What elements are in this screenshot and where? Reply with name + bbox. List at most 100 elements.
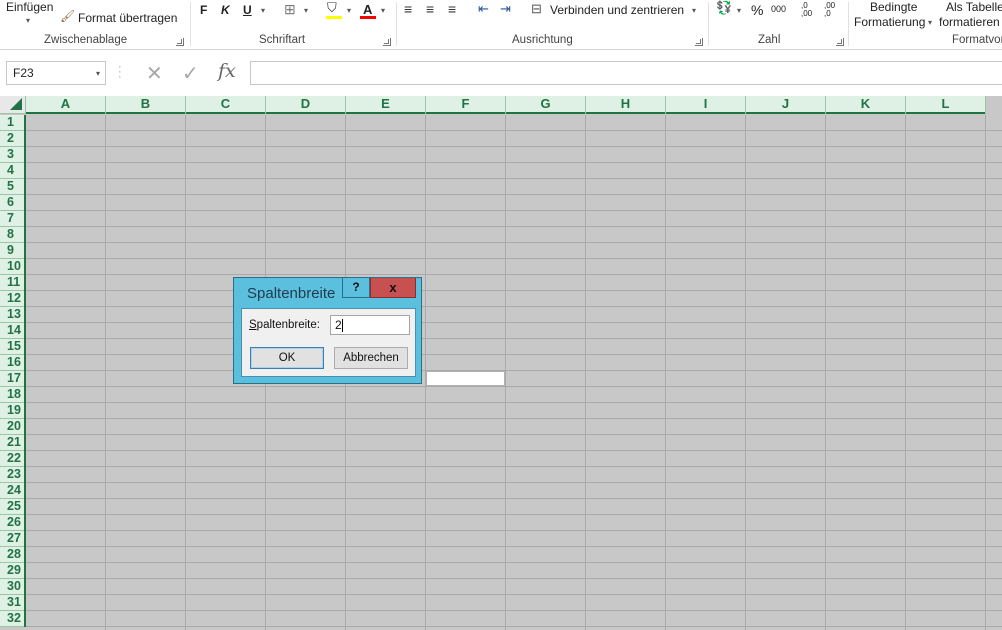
row-header-22[interactable]: 22 — [0, 451, 24, 467]
row-header-8[interactable]: 8 — [0, 227, 24, 243]
select-all-button[interactable] — [0, 96, 26, 114]
column-header-k[interactable]: K — [826, 96, 906, 114]
row-header-11[interactable]: 11 — [0, 275, 24, 291]
help-button[interactable]: ? — [342, 278, 370, 298]
underline-caret-icon[interactable]: ▾ — [261, 6, 265, 15]
conditional-format-caret-icon[interactable]: ▾ — [928, 18, 932, 27]
active-cell[interactable] — [426, 371, 505, 386]
row-header-10[interactable]: 10 — [0, 259, 24, 275]
row-header-15[interactable]: 15 — [0, 339, 24, 355]
increase-decimal-button[interactable]: ,0 ,00 — [801, 2, 819, 18]
currency-caret-icon[interactable]: ▾ — [737, 6, 741, 15]
column-header-e[interactable]: E — [346, 96, 426, 114]
percent-button[interactable]: % — [751, 2, 763, 18]
currency-format-icon[interactable]: 💱 — [716, 0, 732, 16]
paste-button[interactable]: Einfügen — [6, 0, 53, 14]
row-header-23[interactable]: 23 — [0, 467, 24, 483]
column-header-j[interactable]: J — [746, 96, 826, 114]
row-header-9[interactable]: 9 — [0, 243, 24, 259]
row-header-4[interactable]: 4 — [0, 163, 24, 179]
row-header-25[interactable]: 25 — [0, 499, 24, 515]
row-header-21[interactable]: 21 — [0, 435, 24, 451]
bold-button[interactable]: F — [200, 3, 207, 17]
row-header-17[interactable]: 17 — [0, 371, 24, 387]
row-header-5[interactable]: 5 — [0, 179, 24, 195]
decrease-indent-icon[interactable]: ⇤ — [478, 1, 489, 17]
decrease-decimal-button[interactable]: ,00 ,0 — [824, 2, 842, 18]
border-caret-icon[interactable]: ▾ — [304, 6, 308, 15]
group-divider — [396, 2, 397, 46]
column-header-l[interactable]: L — [906, 96, 986, 114]
row-header-6[interactable]: 6 — [0, 195, 24, 211]
border-icon[interactable]: ⊞ — [284, 1, 296, 18]
cancel-entry-icon[interactable]: ✕ — [146, 61, 163, 86]
align-center-icon[interactable]: ≡ — [426, 1, 434, 17]
column-header-a[interactable]: A — [26, 96, 106, 114]
formula-input[interactable] — [250, 61, 1002, 85]
cancel-button[interactable]: Abbrechen — [334, 347, 408, 369]
row-header-26[interactable]: 26 — [0, 515, 24, 531]
align-left-icon[interactable]: ≡ — [404, 1, 412, 17]
row-header-3[interactable]: 3 — [0, 147, 24, 163]
increase-indent-icon[interactable]: ⇥ — [500, 1, 511, 17]
row-header-16[interactable]: 16 — [0, 355, 24, 371]
merge-center-icon[interactable]: ⊟ — [531, 1, 542, 17]
align-right-icon[interactable]: ≡ — [448, 1, 456, 17]
row-header-27[interactable]: 27 — [0, 531, 24, 547]
underline-button[interactable]: U — [243, 3, 252, 17]
italic-button[interactable]: K — [221, 3, 230, 17]
column-width-input[interactable]: 2 — [330, 315, 410, 335]
conditional-format-line2[interactable]: Formatierung — [854, 15, 925, 29]
column-header-i[interactable]: I — [666, 96, 746, 114]
confirm-entry-icon[interactable]: ✓ — [182, 61, 199, 86]
row-header-18[interactable]: 18 — [0, 387, 24, 403]
number-group-label: Zahl — [758, 34, 781, 46]
column-header-b[interactable]: B — [106, 96, 186, 114]
clipboard-launcher-icon[interactable] — [176, 38, 184, 46]
fill-color-caret-icon[interactable]: ▾ — [347, 6, 351, 15]
row-header-1[interactable]: 1 — [0, 115, 24, 131]
conditional-format-line1[interactable]: Bedingte — [870, 0, 917, 14]
fill-color-icon[interactable]: ⛉ — [327, 0, 337, 16]
row-header-28[interactable]: 28 — [0, 547, 24, 563]
column-header-f[interactable]: F — [426, 96, 506, 114]
row-header-20[interactable]: 20 — [0, 419, 24, 435]
insert-function-button[interactable]: fx — [218, 60, 236, 82]
formula-bar-grip-icon[interactable]: · · · — [118, 62, 122, 83]
column-header-g[interactable]: G — [506, 96, 586, 114]
font-color-icon[interactable]: A — [363, 2, 372, 17]
row-header-24[interactable]: 24 — [0, 483, 24, 499]
row-header-12[interactable]: 12 — [0, 291, 24, 307]
merge-center-button[interactable]: Verbinden und zentrieren — [550, 3, 684, 17]
ok-button[interactable]: OK — [250, 347, 324, 369]
column-width-label: Spaltenbreite: — [249, 319, 320, 331]
row-header-7[interactable]: 7 — [0, 211, 24, 227]
merge-caret-icon[interactable]: ▾ — [692, 6, 696, 15]
fill-color-swatch — [326, 16, 342, 19]
row-header-14[interactable]: 14 — [0, 323, 24, 339]
number-launcher-icon[interactable] — [836, 38, 844, 46]
font-color-caret-icon[interactable]: ▾ — [381, 6, 385, 15]
font-launcher-icon[interactable] — [383, 38, 391, 46]
row-header-31[interactable]: 31 — [0, 595, 24, 611]
row-header-19[interactable]: 19 — [0, 403, 24, 419]
row-header-32[interactable]: 32 — [0, 611, 24, 627]
format-as-table-line1[interactable]: Als Tabelle — [946, 0, 1002, 14]
name-box[interactable]: F23 ▾ — [6, 61, 106, 85]
row-header-2[interactable]: 2 — [0, 131, 24, 147]
format-as-table-line2[interactable]: formatieren — [939, 15, 1000, 29]
column-header-h[interactable]: H — [586, 96, 666, 114]
thousands-button[interactable]: 000 — [771, 4, 786, 14]
column-width-label-accesskey: S — [249, 319, 257, 331]
paste-caret-icon[interactable]: ▾ — [26, 16, 30, 25]
row-header-13[interactable]: 13 — [0, 307, 24, 323]
row-header-30[interactable]: 30 — [0, 579, 24, 595]
name-box-caret-icon[interactable]: ▾ — [96, 69, 100, 78]
close-button[interactable]: x — [370, 278, 416, 298]
alignment-launcher-icon[interactable] — [695, 38, 703, 46]
row-header-29[interactable]: 29 — [0, 563, 24, 579]
column-header-d[interactable]: D — [266, 96, 346, 114]
format-painter-button[interactable]: Format übertragen — [78, 11, 177, 25]
cell-area[interactable] — [26, 115, 1002, 630]
column-header-c[interactable]: C — [186, 96, 266, 114]
